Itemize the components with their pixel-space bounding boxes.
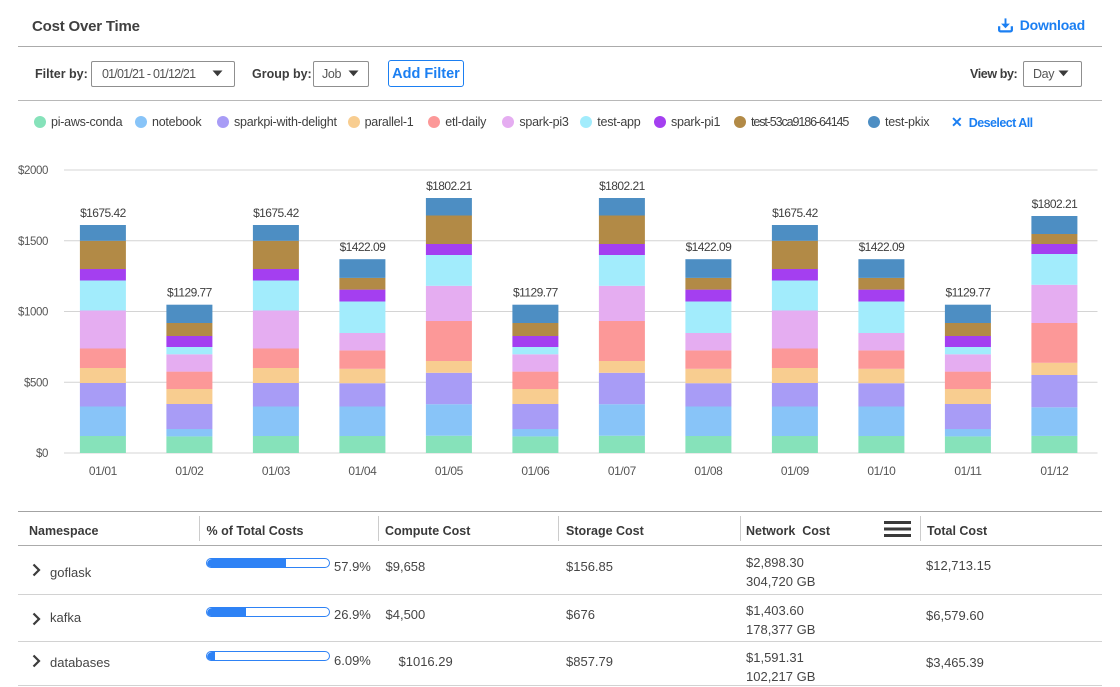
svg-text:01/03: 01/03 — [262, 464, 291, 478]
svg-text:$1675.42: $1675.42 — [772, 206, 819, 220]
svg-text:$1129.77: $1129.77 — [946, 286, 992, 300]
svg-text:01/07: 01/07 — [608, 464, 637, 478]
svg-text:$500: $500 — [24, 377, 48, 389]
svg-text:$1802.21: $1802.21 — [1032, 197, 1079, 211]
svg-text:$1129.77: $1129.77 — [167, 286, 213, 300]
svg-text:$1802.21: $1802.21 — [599, 179, 646, 193]
svg-text:01/01: 01/01 — [89, 464, 118, 478]
svg-text:$1422.09: $1422.09 — [686, 240, 733, 254]
svg-text:$1675.42: $1675.42 — [253, 206, 300, 220]
svg-text:$1802.21: $1802.21 — [426, 179, 473, 193]
svg-text:$1000: $1000 — [18, 307, 48, 319]
svg-text:01/11: 01/11 — [954, 464, 982, 478]
svg-text:$1675.42: $1675.42 — [80, 206, 127, 220]
svg-text:01/12: 01/12 — [1040, 464, 1069, 478]
svg-text:01/09: 01/09 — [781, 464, 810, 478]
svg-text:$0: $0 — [36, 448, 48, 460]
svg-text:01/06: 01/06 — [521, 464, 550, 478]
svg-text:$1422.09: $1422.09 — [340, 240, 387, 254]
svg-text:01/10: 01/10 — [867, 464, 896, 478]
svg-text:01/08: 01/08 — [694, 464, 723, 478]
svg-text:01/05: 01/05 — [435, 464, 464, 478]
svg-text:$1422.09: $1422.09 — [859, 240, 906, 254]
svg-text:$1500: $1500 — [18, 236, 48, 248]
svg-text:01/04: 01/04 — [348, 464, 377, 478]
svg-text:01/02: 01/02 — [175, 464, 204, 478]
svg-text:$2000: $2000 — [18, 165, 48, 177]
svg-text:$1129.77: $1129.77 — [513, 286, 559, 300]
